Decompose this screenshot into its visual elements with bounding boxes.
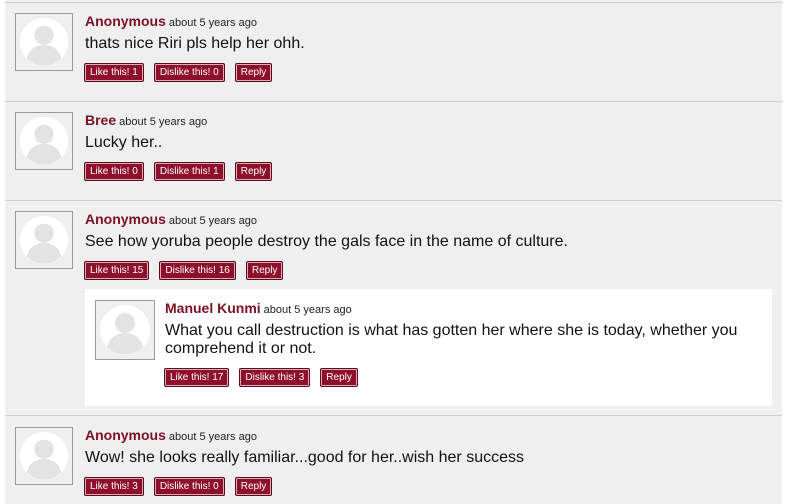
comment-time: about 5 years ago [168, 215, 257, 227]
comment-divider [5, 415, 782, 416]
comment-header: Anonymous about 5 years ago [85, 13, 257, 31]
default-avatar-icon [100, 305, 150, 355]
comment-actions: Like this! 15 Dislike this! 16 Reply [84, 261, 284, 280]
like-button[interactable]: Like this! 15 [84, 261, 150, 280]
dislike-button[interactable]: Dislike this! 3 [239, 368, 311, 387]
comment-header: Anonymous about 5 years ago [85, 211, 257, 229]
comment-time: about 5 years ago [119, 116, 208, 128]
avatar [15, 211, 73, 269]
dislike-button[interactable]: Dislike this! 0 [153, 63, 225, 82]
comment-divider [5, 101, 782, 102]
comment-text: thats nice Riri pls help her ohh. [85, 35, 305, 52]
comment-time: about 5 years ago [263, 304, 352, 316]
comment-header: Bree about 5 years ago [85, 112, 207, 130]
comment-header: Anonymous about 5 years ago [85, 427, 257, 445]
comment-divider [5, 2, 782, 3]
comment-text: Wow! she looks really familiar...good fo… [85, 449, 524, 466]
default-avatar-icon [19, 431, 69, 481]
comment-actions: Like this! 1 Dislike this! 0 Reply [84, 63, 273, 82]
default-avatar-icon [19, 215, 69, 265]
dislike-button[interactable]: Dislike this! 0 [153, 477, 225, 496]
avatar [15, 13, 73, 71]
reply-button[interactable]: Reply [234, 477, 273, 496]
comment-text: See how yoruba people destroy the gals f… [85, 233, 568, 250]
reply-button[interactable]: Reply [320, 368, 358, 387]
comment-time: about 5 years ago [168, 431, 257, 443]
comment-divider [5, 200, 782, 201]
avatar [15, 427, 73, 485]
comment-time: about 5 years ago [168, 17, 257, 29]
reply-button[interactable]: Reply [234, 162, 273, 181]
author-name[interactable]: Anonymous [85, 13, 166, 29]
like-button[interactable]: Like this! 17 [164, 368, 230, 387]
like-button[interactable]: Like this! 0 [84, 162, 144, 181]
comment-actions: Like this! 0 Dislike this! 1 Reply [84, 162, 273, 181]
comment-actions: Like this! 17 Dislike this! 3 Reply [164, 368, 358, 387]
author-name[interactable]: Anonymous [85, 211, 166, 227]
default-avatar-icon [19, 116, 69, 166]
dislike-button[interactable]: Dislike this! 1 [153, 162, 225, 181]
comment-text: What you call destruction is what has go… [165, 322, 738, 357]
reply-button[interactable]: Reply [245, 261, 284, 280]
author-name[interactable]: Bree [85, 112, 116, 128]
reply-button[interactable]: Reply [234, 63, 273, 82]
dislike-button[interactable]: Dislike this! 16 [159, 261, 236, 280]
author-name[interactable]: Anonymous [85, 427, 166, 443]
comment-header: Manuel Kunmi about 5 years ago [165, 300, 352, 318]
default-avatar-icon [19, 17, 69, 67]
author-name[interactable]: Manuel Kunmi [165, 300, 261, 316]
comment-text: Lucky her.. [85, 134, 163, 151]
avatar [15, 112, 73, 170]
comment-actions: Like this! 3 Dislike this! 0 Reply [84, 477, 273, 496]
like-button[interactable]: Like this! 1 [84, 63, 144, 82]
avatar [95, 300, 155, 360]
like-button[interactable]: Like this! 3 [84, 477, 144, 496]
